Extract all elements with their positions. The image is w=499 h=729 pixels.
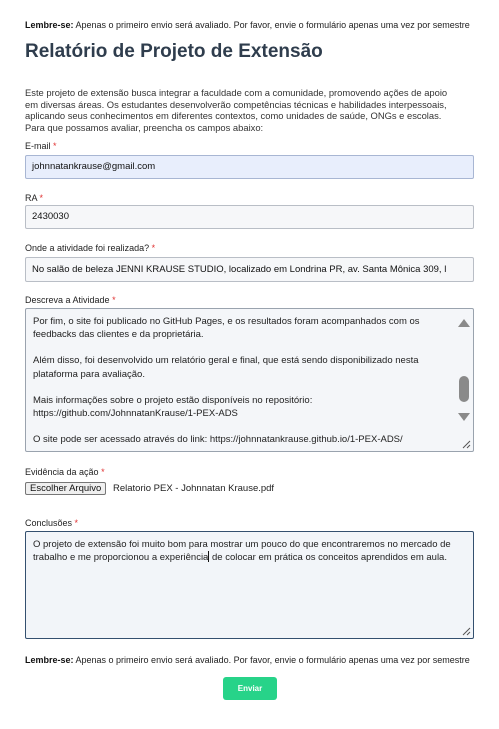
submit-button[interactable]: Enviar: [223, 677, 277, 700]
required-mark: *: [151, 243, 156, 253]
conclusoes-label: Conclusões *: [25, 518, 79, 528]
required-mark: *: [39, 193, 44, 203]
page-title: Relatório de Projeto de Extensão: [25, 41, 323, 62]
required-mark: *: [112, 295, 116, 305]
atividade-textarea[interactable]: Por fim, o site foi publicado no GitHub …: [25, 308, 474, 452]
required-mark: *: [101, 467, 105, 477]
bottom-notice: Lembre-se: Apenas o primeiro envio será …: [25, 655, 470, 665]
local-label: Onde a atividade foi realizada? *: [25, 243, 156, 253]
ra-label: RA *: [25, 193, 44, 203]
resize-grip-icon[interactable]: [462, 627, 471, 636]
conclusoes-textarea[interactable]: O projeto de extensão foi muito bom para…: [25, 531, 474, 639]
atividade-paragraph: O site pode ser acessado através do link…: [33, 434, 403, 446]
notice-text: Apenas o primeiro envio será avaliado. P…: [73, 20, 470, 30]
atividade-label: Descreva a Atividade *: [25, 295, 116, 305]
atividade-paragraph: Por fim, o site foi publicado no GitHub …: [33, 316, 420, 341]
top-notice: Lembre-se: Apenas o primeiro envio será …: [25, 20, 470, 30]
ra-field[interactable]: 2430030: [25, 205, 474, 229]
resize-grip-icon[interactable]: [462, 440, 471, 449]
required-mark: *: [74, 518, 79, 528]
intro-text: Este projeto de extensão busca integrar …: [25, 87, 448, 133]
atividade-scrollbar[interactable]: [455, 311, 471, 449]
conclusoes-text: de colocar em prática os conceitos apren…: [209, 552, 447, 564]
email-field[interactable]: johnnatankrause@gmail.com: [25, 155, 474, 179]
required-mark: *: [53, 141, 57, 151]
scroll-down-icon[interactable]: [458, 413, 470, 421]
local-field[interactable]: No salão de beleza JENNI KRAUSE STUDIO, …: [25, 257, 474, 282]
notice-bold: Lembre-se:: [25, 20, 74, 30]
selected-file-name: Relatorio PEX - Johnnatan Krause.pdf: [113, 483, 275, 494]
scroll-thumb[interactable]: [459, 376, 469, 402]
choose-file-button[interactable]: Escolher Arquivo: [25, 482, 107, 495]
notice-text: Apenas o primeiro envio será avaliado. P…: [73, 655, 470, 665]
atividade-paragraph: Além disso, foi desenvolvido um relatóri…: [33, 355, 419, 380]
scroll-up-icon[interactable]: [458, 319, 470, 327]
evidencia-label: Evidência da ação *: [25, 467, 105, 477]
notice-bold: Lembre-se:: [25, 655, 74, 665]
atividade-paragraph: Mais informações sobre o projeto estão d…: [33, 394, 313, 420]
email-label: E-mail *: [25, 141, 57, 151]
